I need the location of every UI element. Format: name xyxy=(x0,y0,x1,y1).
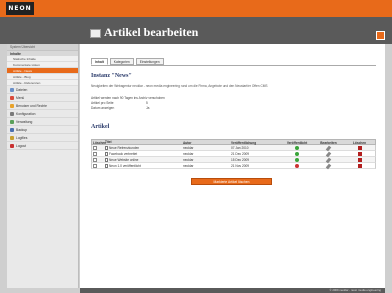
column-header: Titel xyxy=(105,140,112,144)
main-content: Inhalt Kategorien Einstellungen Instanz "N… xyxy=(80,44,385,288)
delete-icon[interactable] xyxy=(357,146,362,151)
delete-cell xyxy=(344,145,375,151)
delete-cell xyxy=(344,157,375,163)
published-cell xyxy=(281,145,313,151)
title-cell: Facebook verbreitet xyxy=(105,151,183,156)
sidebar-item-icon xyxy=(10,87,14,92)
edit-cell xyxy=(313,163,344,170)
column-header: Autor xyxy=(183,141,192,145)
page-title: Artikel bearbeiten xyxy=(104,25,199,39)
footer: © 2009 neoklar - neon media engineering xyxy=(80,288,385,293)
row-select-cell xyxy=(92,157,105,163)
instance-description: Neuigkeiten der Webagentur neoklar - neo… xyxy=(91,84,268,88)
date-cell: 07 Jan 2010 xyxy=(231,146,249,150)
date-cell: 21 Dec 2009 xyxy=(231,152,250,156)
articles-heading: Artikel xyxy=(91,124,110,130)
sidebar-item-label: Menü xyxy=(16,95,25,100)
check-icon[interactable] xyxy=(295,146,299,151)
document-icon xyxy=(105,163,108,168)
row-checkbox[interactable] xyxy=(93,164,97,169)
column-header: Veröffentlichung xyxy=(231,141,257,145)
document-icon xyxy=(105,145,108,150)
cross-icon[interactable] xyxy=(295,164,299,169)
date-cell: 15 Dec 2009 xyxy=(231,158,250,162)
sidebar-item-label: Konfiguration xyxy=(16,111,36,116)
sidebar-item-label: Logout xyxy=(16,143,27,148)
sidebar-item-icon xyxy=(10,103,14,108)
table-row: Neon 1.0 veröffentlicht neoklar 21 Nov 200… xyxy=(91,163,376,170)
sidebar-item-icon xyxy=(10,95,14,100)
row-select-cell xyxy=(92,151,105,157)
tab-divider xyxy=(91,65,376,66)
author-cell: neoklar xyxy=(183,146,194,150)
tab-bar: Inhalt Kategorien Einstellungen xyxy=(91,58,164,65)
delete-cell xyxy=(344,151,375,157)
published-cell xyxy=(281,157,313,163)
edit-cell xyxy=(313,145,344,152)
tab-2[interactable]: Einstellungen xyxy=(135,58,164,65)
help-icon[interactable] xyxy=(376,31,385,40)
sidebar-item-label: Benutzer und Rechte xyxy=(16,103,47,108)
sidebar-item-label: Verwaltung xyxy=(16,119,33,124)
published-cell xyxy=(281,163,313,169)
check-icon[interactable] xyxy=(295,158,299,163)
row-checkbox[interactable] xyxy=(93,158,97,163)
column-header: Löschen xyxy=(93,141,107,145)
sidebar-item-icon xyxy=(10,143,14,148)
edit-cell xyxy=(313,151,344,158)
delete-icon[interactable] xyxy=(357,152,362,157)
column-header: Bearbeiten xyxy=(320,141,337,145)
tab-1[interactable]: Kategorien xyxy=(109,58,134,65)
footer-copyright: © 2009 neoklar - neon media engineering xyxy=(329,288,381,292)
delete-cell xyxy=(344,163,375,169)
row-checkbox[interactable] xyxy=(93,146,97,151)
title-cell: Neon 1.0 veröffentlicht xyxy=(105,163,183,168)
title-cell: Neue Refrenzkunden xyxy=(105,145,183,150)
sidebar-item-label: Dateien xyxy=(16,87,28,92)
title-cell: Neue Website online xyxy=(105,157,183,162)
author-cell: neoklar xyxy=(183,164,194,168)
row-select-cell xyxy=(92,145,105,151)
date-cell: 21 Nov 2009 xyxy=(231,164,250,168)
sidebar-item[interactable]: Logout xyxy=(7,142,78,150)
edit-cell xyxy=(313,157,344,164)
author-cell: neoklar xyxy=(183,152,194,156)
delete-selected-button[interactable]: Markierte Artikel löschen xyxy=(191,178,272,185)
published-cell xyxy=(281,151,313,157)
column-header: Veröffentlicht xyxy=(286,141,308,145)
sidebar-item-icon xyxy=(10,127,14,132)
sidebar-item-label: Backup xyxy=(16,127,27,132)
sidebar-item-icon xyxy=(10,111,14,116)
top-bar: NEON xyxy=(0,0,392,17)
author-cell: neoklar xyxy=(183,158,194,162)
sidebar: System Übersicht Inhalte Statische Inhal… xyxy=(7,44,79,288)
document-icon xyxy=(90,29,101,38)
settings-row: Datum anzeigen Ja xyxy=(91,106,165,111)
delete-icon[interactable] xyxy=(357,158,362,163)
delete-icon[interactable] xyxy=(357,164,362,169)
settings-value: Ja xyxy=(146,106,150,110)
articles-table: Löschen Titel Autor Veröffentlichung Veröffe… xyxy=(91,139,376,170)
sidebar-item-icon xyxy=(10,135,14,140)
settings-key: Datum anzeigen xyxy=(91,106,115,110)
app-logo[interactable]: NEON xyxy=(6,2,34,15)
document-icon xyxy=(105,151,108,156)
row-select-cell xyxy=(92,163,105,169)
pencil-icon[interactable] xyxy=(325,163,332,170)
instance-settings: Artikel werden nach 90 Tagen ins Archiv … xyxy=(91,96,165,111)
row-checkbox[interactable] xyxy=(93,152,97,157)
document-icon xyxy=(105,157,108,162)
sidebar-item-icon xyxy=(10,119,14,124)
article-title[interactable]: Neon 1.0 veröffentlicht xyxy=(109,163,141,169)
check-icon[interactable] xyxy=(295,152,299,157)
column-header: Löschen xyxy=(352,141,367,145)
instance-heading: Instanz "News" xyxy=(91,73,132,79)
sidebar-item-label: Logfiles xyxy=(16,135,28,140)
tab-0[interactable]: Inhalt xyxy=(91,58,108,65)
